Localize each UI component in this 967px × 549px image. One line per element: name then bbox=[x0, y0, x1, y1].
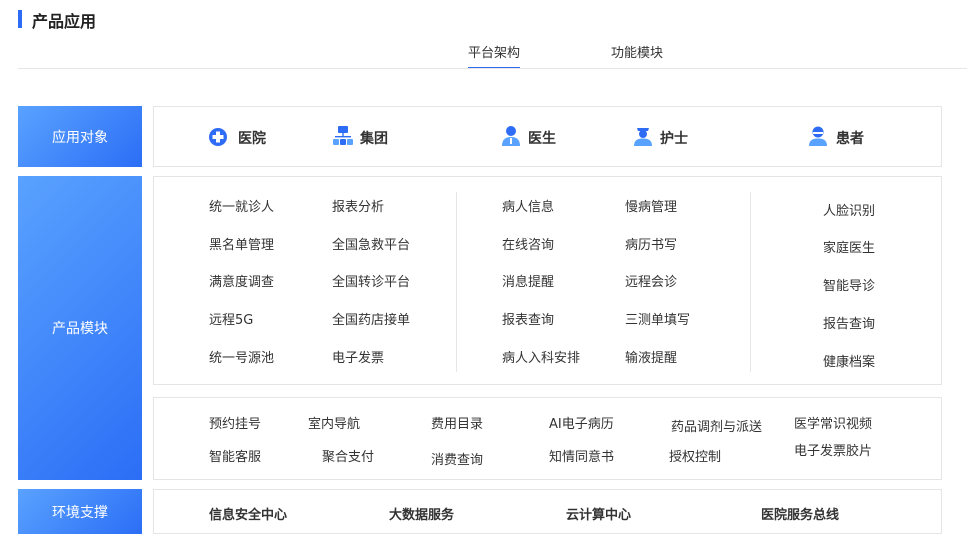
extras-panel: 预约挂号 室内导航 费用目录 AI电子病历 药品调剂与派送 医学常识视频 智能客… bbox=[153, 397, 942, 480]
object-patient-label: 患者 bbox=[836, 131, 864, 147]
module-item: 报表分析 bbox=[332, 200, 385, 215]
label-product-modules-text: 产品模块 bbox=[52, 321, 108, 337]
env-item: 信息安全中心 bbox=[209, 508, 288, 523]
extra-item: 室内导航 bbox=[308, 417, 361, 432]
extra-item: 智能客服 bbox=[209, 450, 262, 465]
module-item: 统一就诊人 bbox=[209, 200, 275, 215]
module-item: 全国转诊平台 bbox=[332, 275, 411, 290]
module-item: 慢病管理 bbox=[625, 200, 678, 215]
extra-item: 医学常识视频 bbox=[794, 417, 873, 432]
module-item: 报表查询 bbox=[502, 313, 555, 328]
object-nurse-label: 护士 bbox=[660, 131, 688, 147]
label-environment-support: 环境支撑 bbox=[18, 489, 142, 534]
object-doctor-label: 医生 bbox=[528, 131, 556, 147]
label-product-modules: 产品模块 bbox=[18, 176, 142, 480]
title-accent-bar bbox=[18, 10, 22, 28]
module-item: 健康档案 bbox=[823, 355, 876, 370]
extra-item: 药品调剂与派送 bbox=[671, 420, 763, 435]
module-item: 报告查询 bbox=[823, 317, 876, 332]
module-item: 黑名单管理 bbox=[209, 238, 275, 253]
label-application-objects-text: 应用对象 bbox=[52, 129, 108, 146]
env-item: 云计算中心 bbox=[566, 508, 632, 523]
module-item: 病人信息 bbox=[502, 200, 555, 215]
group-icon bbox=[333, 126, 353, 145]
doctor-icon bbox=[502, 126, 520, 146]
module-item: 病历书写 bbox=[625, 238, 678, 253]
module-item: 家庭医生 bbox=[823, 241, 876, 256]
env-item: 大数据服务 bbox=[389, 508, 455, 523]
module-item: 病人入科安排 bbox=[502, 351, 581, 366]
page-title: 产品应用 bbox=[32, 12, 97, 31]
module-item: 电子发票 bbox=[332, 351, 385, 366]
module-item: 在线咨询 bbox=[502, 238, 555, 253]
extra-item: AI电子病历 bbox=[549, 417, 614, 432]
module-item: 三测单填写 bbox=[625, 313, 691, 328]
extra-item: 费用目录 bbox=[431, 417, 484, 432]
env-panel: 信息安全中心 大数据服务 云计算中心 医院服务总线 bbox=[153, 489, 942, 534]
patient-icon bbox=[809, 126, 827, 146]
label-application-objects: 应用对象 bbox=[18, 106, 142, 167]
module-item: 满意度调查 bbox=[209, 275, 275, 290]
hospital-icon bbox=[209, 128, 227, 146]
object-group-label: 集团 bbox=[360, 131, 388, 147]
tab-platform-architecture[interactable]: 平台架构 bbox=[468, 42, 521, 69]
extra-item: 聚合支付 bbox=[322, 450, 375, 465]
extra-item: 预约挂号 bbox=[209, 417, 262, 432]
tab-function-modules[interactable]: 功能模块 bbox=[611, 42, 663, 61]
extra-item: 授权控制 bbox=[669, 450, 722, 465]
env-item: 医院服务总线 bbox=[761, 508, 840, 523]
module-item: 消息提醒 bbox=[502, 275, 555, 290]
module-item: 全国急救平台 bbox=[332, 238, 411, 253]
object-hospital-label: 医院 bbox=[238, 131, 266, 147]
header-divider bbox=[18, 68, 967, 69]
extra-item: 消费查询 bbox=[431, 453, 484, 468]
modules-panel: 统一就诊人 黑名单管理 满意度调查 远程5G 统一号源池 报表分析 全国急救平台… bbox=[153, 176, 942, 385]
nurse-icon bbox=[634, 128, 652, 146]
objects-panel: 医院 集团 医生 护士 患者 bbox=[153, 106, 942, 167]
module-item: 全国药店接单 bbox=[332, 313, 411, 328]
column-divider bbox=[750, 192, 751, 372]
label-environment-support-text: 环境支撑 bbox=[52, 504, 108, 521]
extra-item: 知情同意书 bbox=[549, 450, 615, 465]
tab-bar: 平台架构 功能模块 bbox=[0, 40, 967, 69]
module-item: 远程5G bbox=[209, 313, 254, 328]
module-item: 智能导诊 bbox=[823, 279, 876, 294]
module-item: 远程会诊 bbox=[625, 275, 678, 290]
module-item: 输液提醒 bbox=[625, 351, 678, 366]
module-item: 统一号源池 bbox=[209, 351, 275, 366]
module-item: 人脸识别 bbox=[823, 204, 876, 219]
column-divider bbox=[456, 192, 457, 372]
extra-item: 电子发票胶片 bbox=[794, 444, 873, 459]
